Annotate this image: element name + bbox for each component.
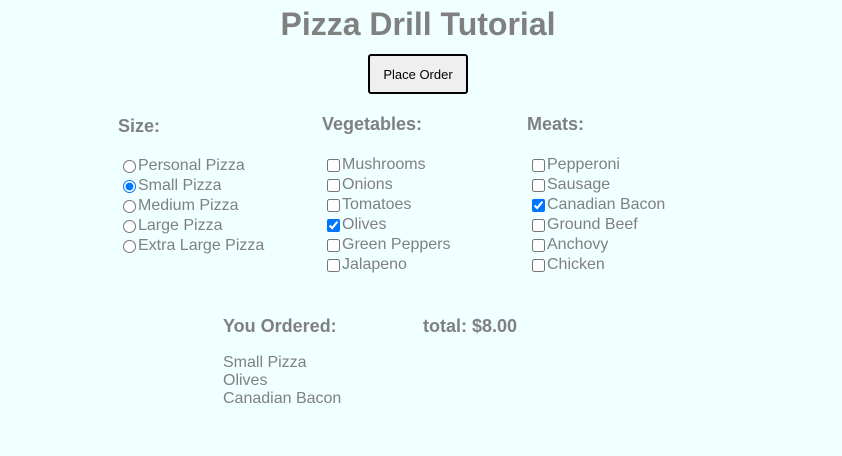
size-heading: Size: (118, 116, 161, 136)
meat-option-ground-beef[interactable]: Ground Beef (527, 215, 665, 235)
size-option-large[interactable]: Large Pizza (118, 216, 264, 236)
meat-option-pepperoni[interactable]: Pepperoni (527, 155, 665, 175)
size-option-label: Extra Large Pizza (138, 237, 265, 254)
size-option-small[interactable]: Small Pizza (118, 176, 264, 196)
veg-option-onions[interactable]: Onions (322, 175, 451, 195)
total-label: total: (423, 316, 467, 336)
ordered-item: Olives (223, 372, 268, 389)
vegetables-section: Vegetables: Mushrooms Onions Tomatoes Ol… (322, 113, 451, 275)
veg-option-mushrooms[interactable]: Mushrooms (322, 155, 451, 175)
you-ordered-heading: You Ordered: (223, 316, 337, 336)
meats-section: Meats: Pepperoni Sausage Canadian Bacon … (527, 113, 665, 275)
meat-option-chicken[interactable]: Chicken (527, 255, 665, 275)
meat-checkbox-pepperoni[interactable] (532, 158, 545, 172)
size-option-label: Personal Pizza (138, 157, 245, 174)
ordered-item: Small Pizza (223, 354, 307, 371)
veg-checkbox-olives[interactable] (327, 218, 340, 232)
ordered-items-list: Small Pizza Olives Canadian Bacon (223, 354, 341, 408)
ordered-item: Canadian Bacon (223, 390, 342, 407)
meat-option-label: Pepperoni (547, 156, 620, 173)
veg-checkbox-mushrooms[interactable] (327, 158, 340, 172)
page-title: Pizza Drill Tutorial (280, 6, 556, 42)
veg-checkbox-tomatoes[interactable] (327, 198, 340, 212)
veg-option-green-peppers[interactable]: Green Peppers (322, 235, 451, 255)
size-option-label: Large Pizza (138, 217, 223, 234)
meat-option-canadian-bacon[interactable]: Canadian Bacon (527, 195, 665, 215)
meat-option-label: Chicken (547, 256, 605, 273)
veg-option-label: Green Peppers (342, 236, 451, 253)
meat-option-sausage[interactable]: Sausage (527, 175, 665, 195)
size-option-medium[interactable]: Medium Pizza (118, 196, 264, 216)
size-radio-personal[interactable] (123, 159, 136, 173)
meat-option-label: Ground Beef (547, 216, 638, 233)
veg-option-label: Jalapeno (342, 256, 407, 273)
meat-option-anchovy[interactable]: Anchovy (527, 235, 665, 255)
veg-option-tomatoes[interactable]: Tomatoes (322, 195, 451, 215)
size-option-personal[interactable]: Personal Pizza (118, 156, 264, 176)
meat-option-label: Canadian Bacon (547, 196, 666, 213)
meat-checkbox-ground-beef[interactable] (532, 218, 545, 232)
meat-option-label: Sausage (547, 176, 611, 193)
meats-heading: Meats: (527, 114, 585, 134)
veg-checkbox-green-peppers[interactable] (327, 238, 340, 252)
vegetables-heading: Vegetables: (322, 114, 423, 134)
veg-option-label: Onions (342, 176, 393, 193)
place-order-button[interactable]: Place Order (368, 54, 468, 94)
size-radio-large[interactable] (123, 219, 136, 233)
meat-checkbox-sausage[interactable] (532, 178, 545, 192)
meat-checkbox-anchovy[interactable] (532, 238, 545, 252)
size-option-label: Small Pizza (138, 177, 222, 194)
size-radio-small[interactable] (123, 179, 136, 193)
size-radio-medium[interactable] (123, 199, 136, 213)
meat-option-label: Anchovy (547, 236, 609, 253)
meat-checkbox-chicken[interactable] (532, 258, 545, 272)
size-option-label: Medium Pizza (138, 197, 239, 214)
veg-option-jalapeno[interactable]: Jalapeno (322, 255, 451, 275)
size-section: Size: Personal Pizza Small Pizza Medium … (118, 115, 264, 256)
veg-option-label: Olives (342, 216, 387, 233)
size-option-extra-large[interactable]: Extra Large Pizza (118, 236, 264, 256)
meat-checkbox-canadian-bacon[interactable] (532, 198, 545, 212)
veg-option-label: Tomatoes (342, 196, 412, 213)
veg-option-olives[interactable]: Olives (322, 215, 451, 235)
total-value: $8.00 (472, 316, 518, 336)
size-radio-extra-large[interactable] (123, 239, 136, 253)
veg-checkbox-onions[interactable] (327, 178, 340, 192)
veg-option-label: Mushrooms (342, 156, 426, 173)
order-total: total: $8.00 (423, 315, 517, 337)
veg-checkbox-jalapeno[interactable] (327, 258, 340, 272)
